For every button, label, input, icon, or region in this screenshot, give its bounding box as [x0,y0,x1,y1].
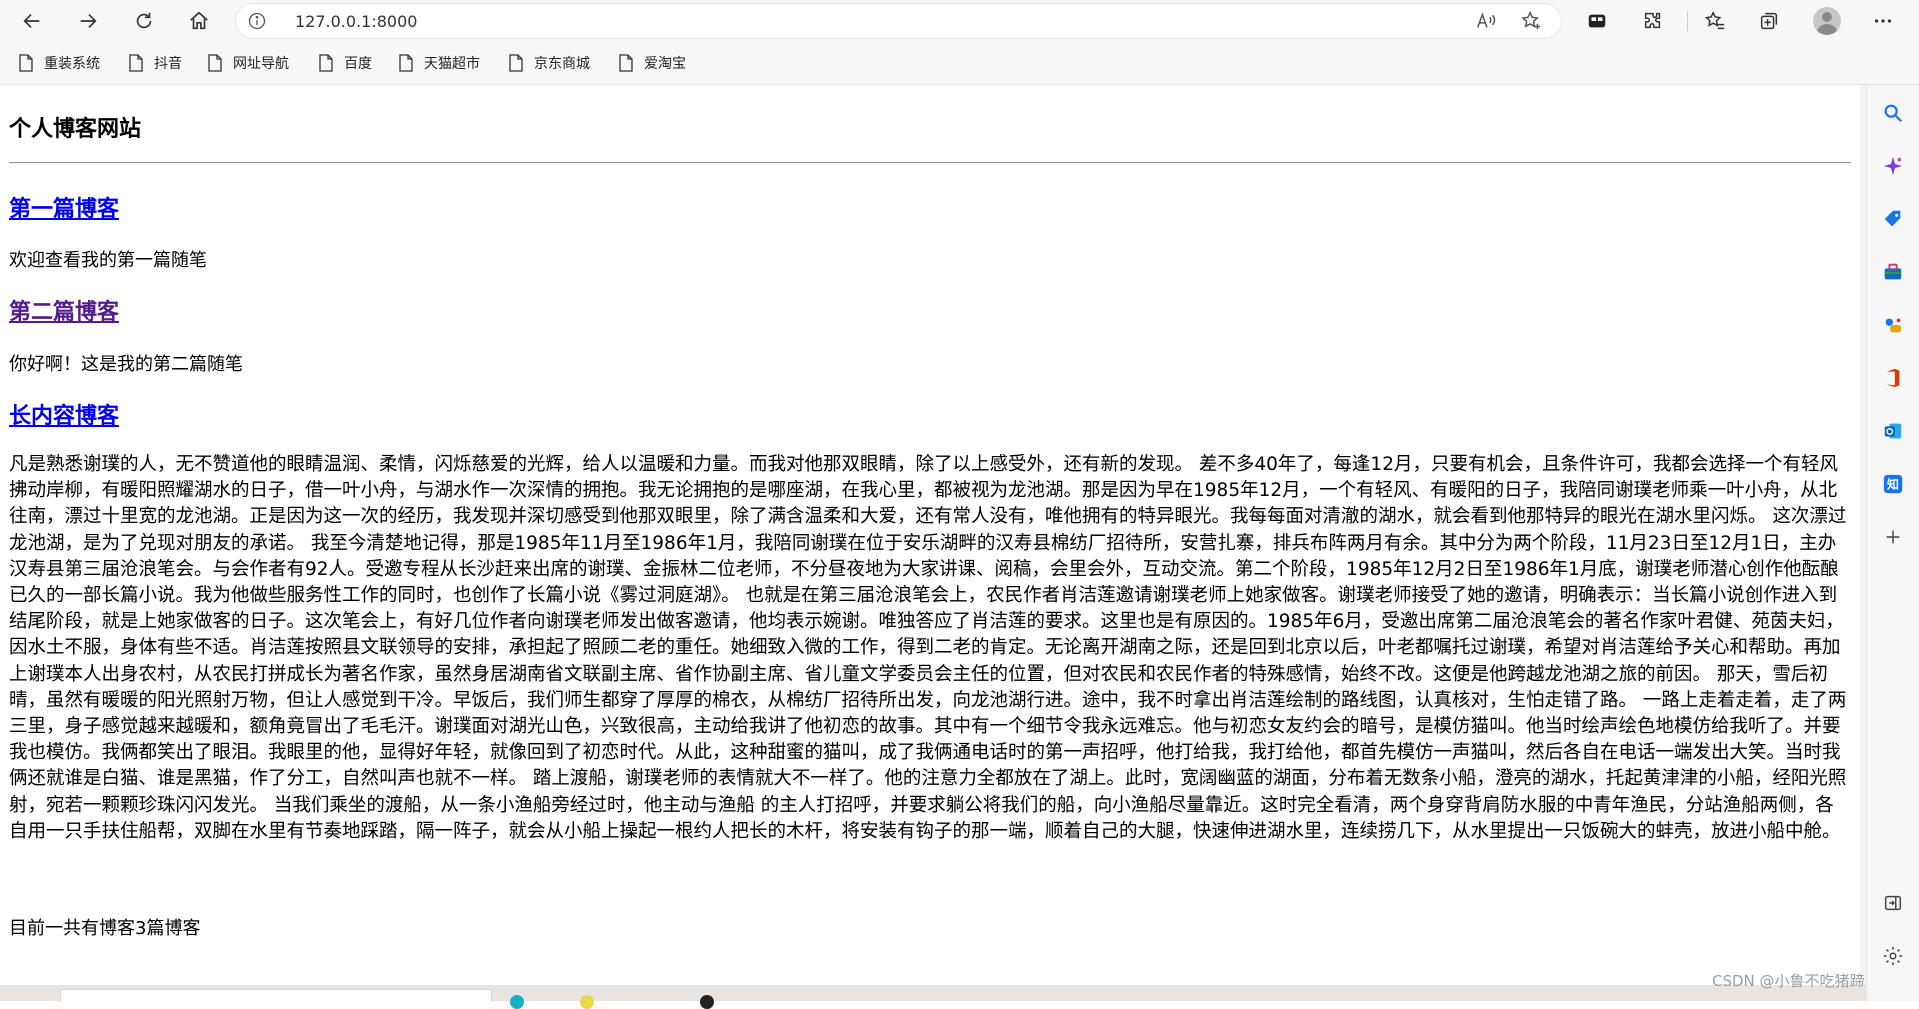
search-icon[interactable] [1881,101,1905,125]
games-icon[interactable] [1881,313,1905,337]
edge-sidebar: 知 [1866,85,1919,1001]
arrow-right-icon [80,13,97,29]
office-icon[interactable] [1881,366,1905,390]
bookmark-item[interactable]: 百度 [318,52,372,74]
more-dots-icon [1874,19,1892,23]
post-title-link[interactable]: 第二篇博客 [9,294,119,326]
bookmark-item[interactable]: 重装系统 [18,52,100,74]
address-bar[interactable]: 127.0.0.1:8000 [235,3,1562,39]
collections-icon [1760,12,1778,30]
taskbar-fragment [0,985,1866,1009]
tools-icon[interactable] [1881,260,1905,284]
page-icon [619,54,633,72]
svg-text:知: 知 [1886,478,1899,492]
extensions-button[interactable] [1637,5,1669,37]
taskbar-app-icon[interactable] [580,995,594,1009]
home-icon [190,11,208,30]
bookmark-label: 京东商城 [534,56,590,72]
page-icon [509,54,523,72]
site-title: 个人博客网站 [9,117,142,142]
csdn-watermark: CSDN @小鲁不吃猪蹄 [1712,972,1865,990]
bookmark-label: 抖音 [154,56,182,72]
more-button[interactable] [1867,5,1899,37]
taskbar-app-icon[interactable] [510,995,524,1009]
browser-toolbar: 127.0.0.1:8000 [0,0,1919,42]
page-icon [208,54,222,72]
bookmark-label: 天猫超市 [424,56,480,72]
bookmark-item[interactable]: 天猫超市 [398,52,480,74]
bookmark-item[interactable]: 抖音 [128,52,182,74]
post-title-link[interactable]: 长内容博客 [9,398,119,430]
favorites-button[interactable] [1699,5,1731,37]
forward-button[interactable] [72,5,104,37]
home-button[interactable] [183,5,215,37]
puzzle-icon [1644,12,1661,29]
bookmark-item[interactable]: 网址导航 [207,52,289,74]
refresh-button[interactable] [128,5,160,37]
read-aloud-icon[interactable] [1475,10,1497,32]
bookmark-label: 百度 [344,56,372,72]
add-icon[interactable] [1881,525,1905,549]
bookmarks-bar: 重装系统 抖音 网址导航 百度 天猫超市 京东商城 爱淘宝 [0,42,1919,85]
post-summary: 你好啊！这是我的第二篇随笔 [9,354,243,375]
app-button[interactable] [1581,5,1613,37]
refresh-icon [136,12,152,29]
shopping-tag-icon[interactable] [1881,207,1905,231]
page-icon [319,54,333,72]
star-list-icon [1704,11,1725,30]
copilot-icon[interactable] [1881,154,1905,178]
collections-button[interactable] [1753,5,1785,37]
blog-count: 目前一共有博客3篇博客 [9,918,201,939]
bookmark-label: 网址导航 [233,56,289,72]
bookmark-label: 重装系统 [44,56,100,72]
profile-avatar[interactable] [1813,7,1841,35]
page-icon [129,54,143,72]
settings-gear-icon[interactable] [1881,944,1905,968]
taskbar-window-fragment [60,989,492,1002]
post-title-link[interactable]: 第一篇博客 [9,191,119,223]
taskbar-app-icon[interactable] [700,995,714,1009]
bookmark-item[interactable]: 爱淘宝 [618,52,686,74]
bookmark-item[interactable]: 京东商城 [508,52,590,74]
bookmark-label: 爱淘宝 [644,56,686,72]
url-text[interactable]: 127.0.0.1:8000 [295,12,417,31]
sidebar-collapse-icon[interactable] [1881,891,1905,915]
post-summary-long: 凡是熟悉谢璞的人，无不赞道他的眼睛温润、柔情，闪烁慈爱的光辉，给人以温暖和力量。… [9,454,1847,842]
page-content: 个人博客网站 第一篇博客 欢迎查看我的第一篇随笔 第二篇博客 你好啊！这是我的第… [0,85,1860,985]
zhihu-icon[interactable]: 知 [1881,472,1905,496]
header-divider [9,162,1851,164]
page-icon [19,54,33,72]
star-plus-icon[interactable] [1520,10,1542,32]
arrow-left-icon [23,13,40,29]
info-icon[interactable] [247,11,267,31]
post-summary: 欢迎查看我的第一篇随笔 [9,250,207,271]
app-icon [1588,14,1606,28]
page-icon [399,54,413,72]
toolbar-divider [1687,11,1688,31]
outlook-icon[interactable] [1881,419,1905,443]
back-button[interactable] [16,5,48,37]
